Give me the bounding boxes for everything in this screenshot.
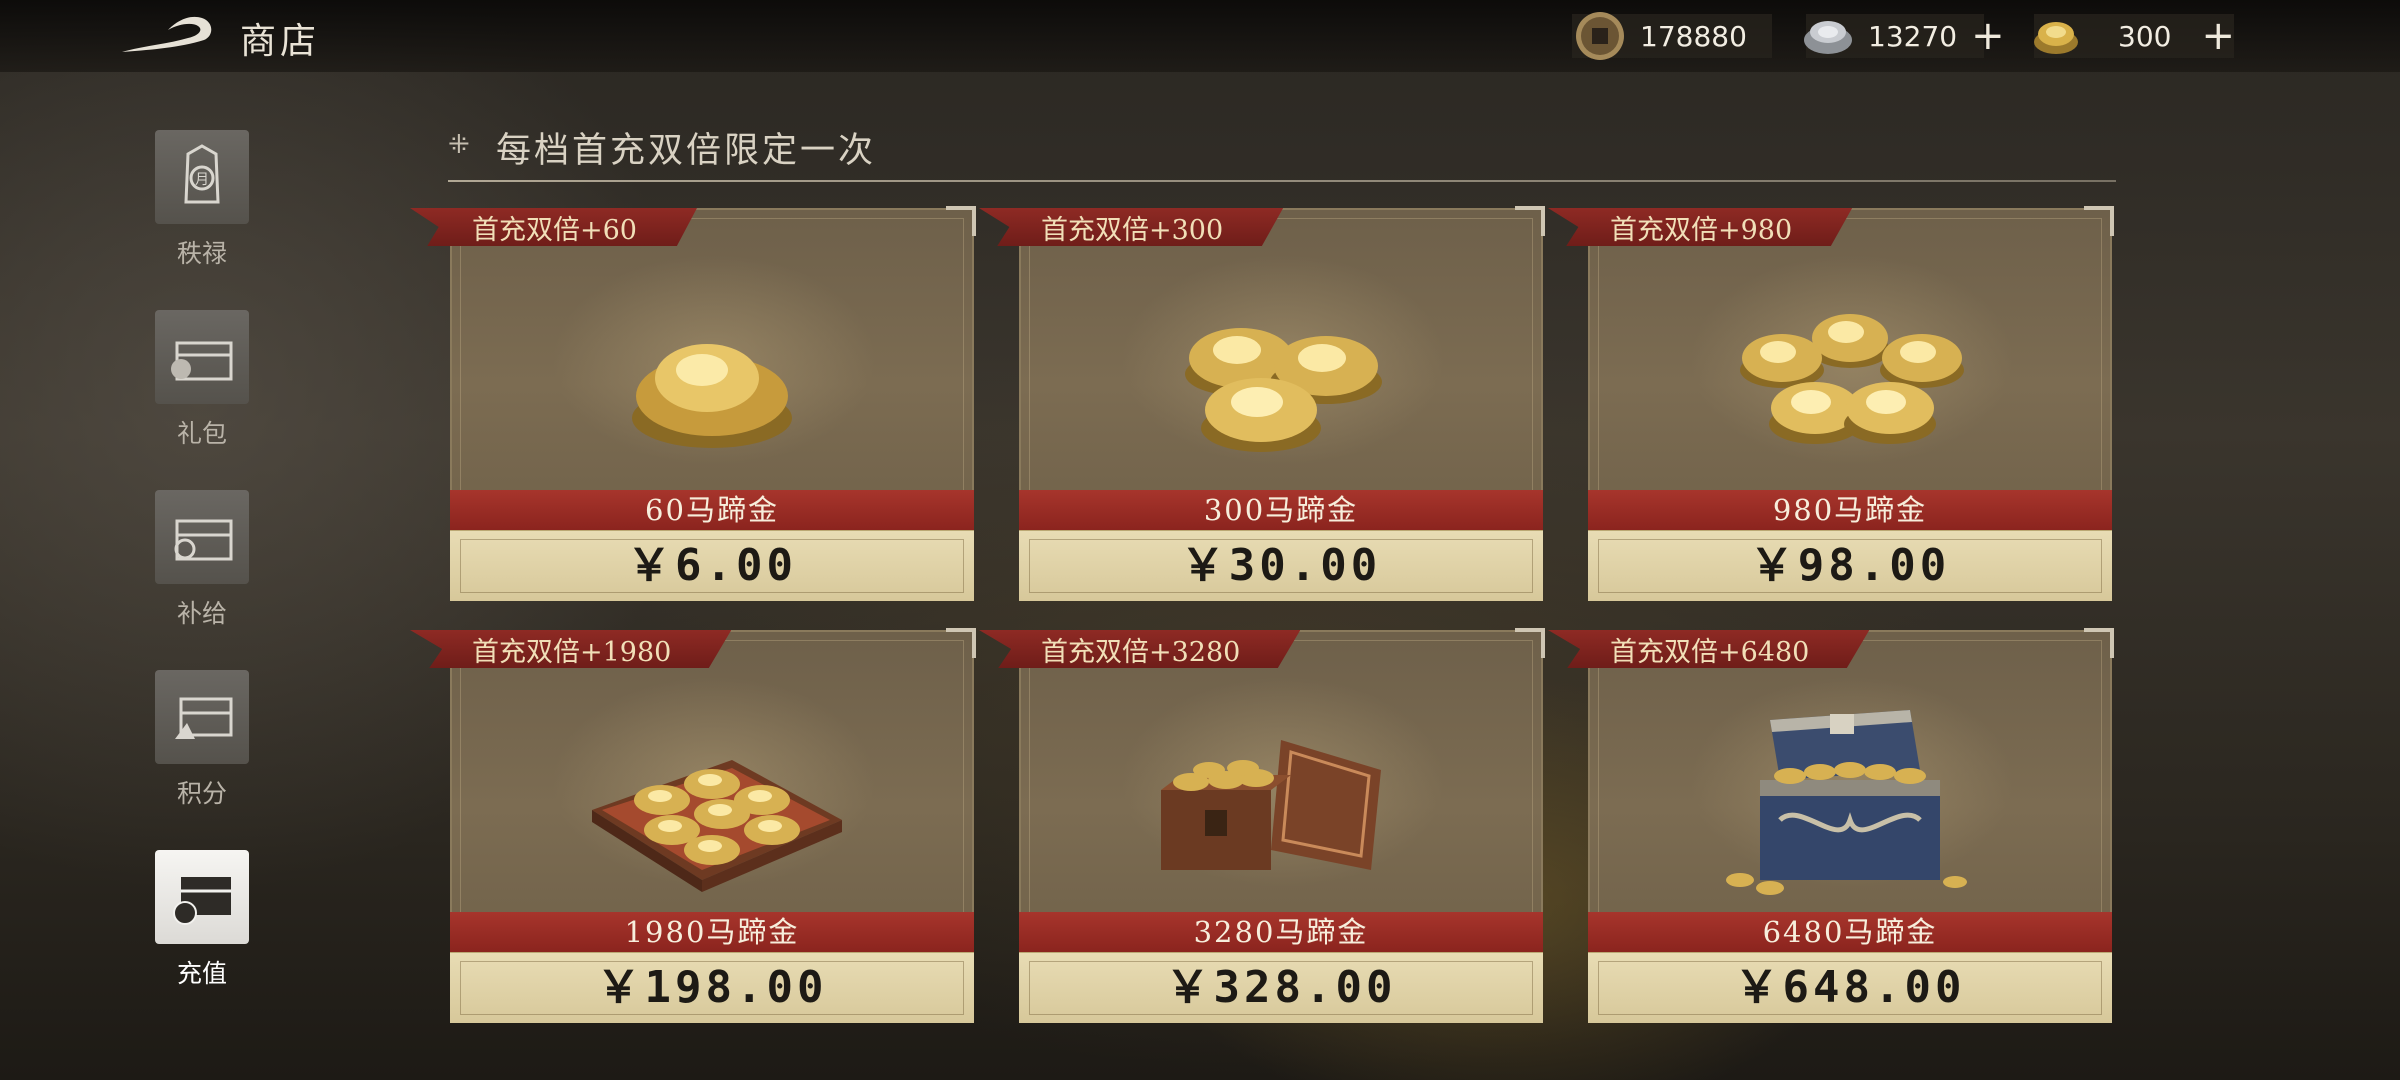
sidebar-label: 充值 [176, 959, 227, 988]
item-name-bar: 3280马蹄金 [1019, 912, 1543, 952]
price-label: ￥198.00 [596, 962, 828, 1013]
item-name: 300马蹄金 [1203, 493, 1359, 527]
single-gold-ingot-icon [632, 344, 792, 448]
price-label: ￥98.00 [1749, 540, 1951, 591]
ornament-icon: ⁜ [448, 130, 470, 160]
price-button[interactable]: ￥648.00 [1588, 952, 2112, 1023]
sidebar-label: 补给 [176, 599, 227, 628]
price-button[interactable]: ￥328.00 [1019, 952, 1543, 1023]
supply-chest-icon [155, 490, 249, 584]
item-name: 60马蹄金 [645, 493, 779, 527]
sidebar-item-supply[interactable]: 补给 [150, 490, 254, 630]
sidebar-item-gift[interactable]: 礼包 [150, 310, 254, 450]
item-name-bar: 300马蹄金 [1019, 490, 1543, 530]
recharge-card-6480[interactable]: 首充双倍+6480 6480马蹄金 ￥648.00 [1548, 628, 2114, 1023]
three-gold-ingots-icon [1185, 328, 1382, 452]
five-gold-ingots-icon [1740, 314, 1964, 444]
sidebar-item-salary[interactable]: 月 秩禄 [150, 130, 254, 270]
item-name: 6480马蹄金 [1762, 915, 1938, 949]
salary-token-icon: 月 [155, 130, 249, 224]
item-name-bar: 6480马蹄金 [1588, 912, 2112, 952]
first-double-badge: 首充双倍+300 [979, 208, 1284, 246]
currency-gold: 300 + [2030, 8, 2235, 64]
first-double-badge: 首充双倍+6480 [1548, 630, 1870, 668]
card-corner [2084, 206, 2114, 236]
recharge-card-1980[interactable]: 首充双倍+1980 1980马蹄金 ￥198.00 [410, 628, 976, 1023]
add-gold-button[interactable]: + [2201, 16, 2235, 56]
currency-copper: 178880 [1574, 8, 1747, 64]
copper-coin-icon [1576, 12, 1624, 60]
currency-silver: 13270 + [1802, 8, 2005, 64]
back-button[interactable] [118, 10, 218, 60]
recharge-card-60[interactable]: 首充双倍+60 60马蹄金 ￥6.00 [410, 206, 976, 601]
wooden-gold-box-icon [1161, 740, 1381, 870]
item-name: 3280马蹄金 [1193, 915, 1369, 949]
svg-text:月: 月 [195, 172, 209, 188]
gold-horseshoe-icon [2034, 22, 2078, 54]
gold-value: 300 [2118, 19, 2172, 53]
price-label: ￥648.00 [1734, 962, 1966, 1013]
card-corner [946, 206, 976, 236]
add-silver-button[interactable]: + [1971, 16, 2005, 56]
recharge-card-300[interactable]: 首充双倍+300 300马蹄金 ￥30.00 [979, 206, 1545, 601]
sidebar-label: 秩禄 [176, 239, 227, 268]
page-title: 商店 [240, 21, 321, 62]
gold-ingot-tray-icon [592, 760, 842, 892]
first-double-badge: 首充双倍+1980 [410, 630, 732, 668]
copper-value: 178880 [1640, 19, 1747, 53]
recharge-card-980[interactable]: 首充双倍+980 980马蹄金 ￥98.00 [1548, 206, 2114, 601]
sidebar-label: 礼包 [176, 419, 227, 448]
treasure-chest-icon [1726, 710, 1967, 895]
first-double-badge: 首充双倍+980 [1548, 208, 1853, 246]
first-double-badge: 首充双倍+60 [410, 208, 697, 246]
points-chest-icon [155, 670, 249, 764]
sidebar-label: 积分 [176, 779, 227, 808]
sidebar-item-recharge[interactable]: 充值 [150, 850, 254, 990]
card-corner [2084, 628, 2114, 658]
card-corner [946, 628, 976, 658]
card-corner [1515, 628, 1545, 658]
back-arrow-icon [122, 16, 212, 52]
item-name: 1980马蹄金 [624, 915, 800, 949]
silver-ingot-icon [1804, 21, 1852, 54]
recharge-chest-icon [155, 850, 249, 944]
item-name: 980马蹄金 [1772, 493, 1928, 527]
top-bar: 商店 178880 13270 + 300 + [0, 0, 2400, 72]
price-label: ￥328.00 [1165, 962, 1397, 1013]
notice-divider [448, 180, 2116, 182]
card-corner [1515, 206, 1545, 236]
silver-value: 13270 [1868, 19, 1958, 53]
gift-chest-icon [155, 310, 249, 404]
item-name-bar: 980马蹄金 [1588, 490, 2112, 530]
price-label: ￥30.00 [1180, 540, 1382, 591]
notice-text: 每档首充双倍限定一次 [496, 131, 877, 171]
price-button[interactable]: ￥30.00 [1019, 530, 1543, 601]
recharge-card-3280[interactable]: 首充双倍+3280 3280马蹄金 ￥328.00 [979, 628, 1545, 1023]
item-name-bar: 1980马蹄金 [450, 912, 974, 952]
first-recharge-notice: ⁜ 每档首充双倍限定一次 [448, 122, 2116, 182]
price-label: ￥6.00 [627, 540, 797, 591]
price-button[interactable]: ￥198.00 [450, 952, 974, 1023]
price-button[interactable]: ￥6.00 [450, 530, 974, 601]
price-button[interactable]: ￥98.00 [1588, 530, 2112, 601]
sidebar-item-points[interactable]: 积分 [150, 670, 254, 810]
item-name-bar: 60马蹄金 [450, 490, 974, 530]
first-double-badge: 首充双倍+3280 [979, 630, 1301, 668]
